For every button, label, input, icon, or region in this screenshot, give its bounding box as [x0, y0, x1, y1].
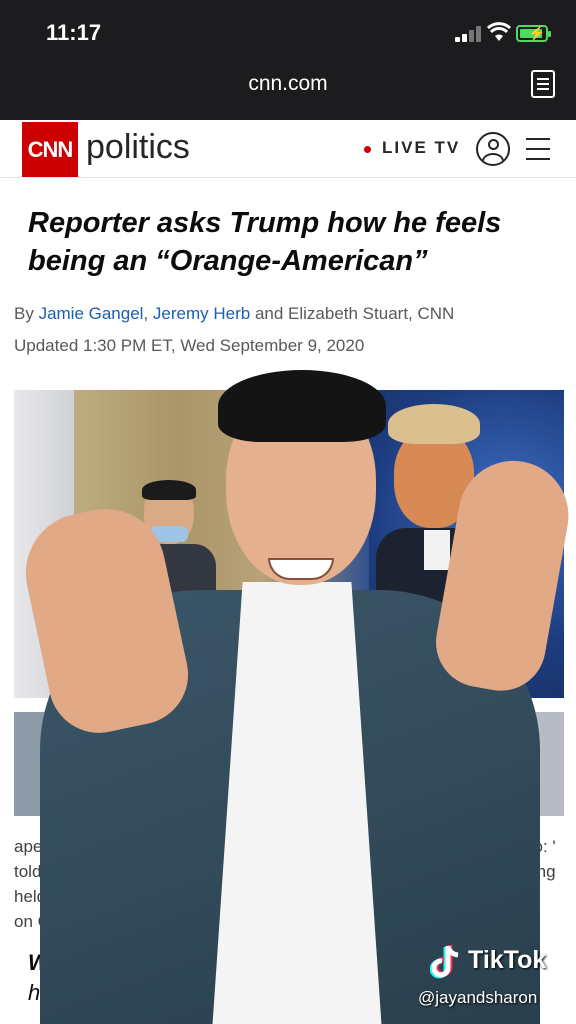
section-title[interactable]: politics [86, 128, 190, 167]
site-header: CNN politics LIVE TV [0, 120, 576, 178]
teaser-left-line: held back from Ame [14, 887, 165, 906]
url-text[interactable]: cnn.com [0, 72, 576, 96]
battery-icon: ⚡ [516, 25, 551, 42]
hero-window-background [14, 390, 74, 698]
teaser-left-line: on Covid-19 [14, 912, 106, 931]
status-time: 11:17 [46, 20, 102, 45]
wifi-icon [487, 22, 511, 41]
teaser-image-right[interactable] [462, 712, 564, 816]
teaser-right-line: rk City [462, 887, 511, 906]
hero-trump-figure [376, 404, 506, 608]
status-bar: 11:17 ⚡ [0, 0, 576, 62]
teaser-right-line: ov. Cuomo: ' [462, 837, 556, 856]
article-headline: Reporter asks Trump how he feels being a… [28, 207, 502, 277]
teaser-right-line: ctively trying [462, 862, 556, 881]
reader-view-icon[interactable] [531, 70, 555, 98]
next-story-line: has been [28, 980, 119, 1005]
browser-url-bar[interactable]: cnn.com [0, 62, 576, 120]
next-story-headline[interactable]: Washingto has been [28, 948, 140, 1008]
hero-reporter-figure [126, 480, 216, 610]
author-link-1[interactable]: Jamie Gangel [39, 304, 144, 323]
byline-rest: and Elizabeth Stuart, CNN [250, 304, 455, 323]
teaser-left-line: told Woodward wha [14, 862, 163, 881]
byline-prefix: By [14, 304, 39, 323]
teaser-text-right[interactable]: ov. Cuomo: ' ctively trying rk City [462, 834, 572, 909]
cellular-signal-icon [455, 26, 483, 42]
cnn-logo[interactable]: CNN [22, 122, 78, 177]
live-tv-link[interactable]: LIVE TV [382, 138, 460, 158]
teaser-left-line: apes: Presi [14, 837, 100, 856]
hamburger-menu-icon[interactable] [526, 138, 550, 160]
updated-timestamp: Updated 1:30 PM ET, Wed September 9, 202… [14, 336, 365, 355]
tiktok-handle: @jayandsharon [418, 988, 538, 1007]
user-icon[interactable] [476, 132, 510, 166]
tiktok-logo-icon [430, 945, 459, 979]
next-story-line: Washingto [28, 950, 141, 975]
author-link-2[interactable]: Jeremy Herb [153, 304, 250, 323]
byline-separator: , [143, 304, 153, 323]
live-indicator-dot [364, 146, 371, 153]
byline: By Jamie Gangel, Jeremy Herb and Elizabe… [14, 304, 454, 324]
article-body: Reporter asks Trump how he feels being a… [0, 178, 576, 1024]
hero-image[interactable] [14, 390, 564, 698]
teaser-text-left[interactable]: apes: Presi told Woodward wha held back … [14, 834, 184, 934]
teaser-image-left[interactable] [14, 712, 164, 816]
tiktok-brand: TikTok [468, 946, 547, 974]
